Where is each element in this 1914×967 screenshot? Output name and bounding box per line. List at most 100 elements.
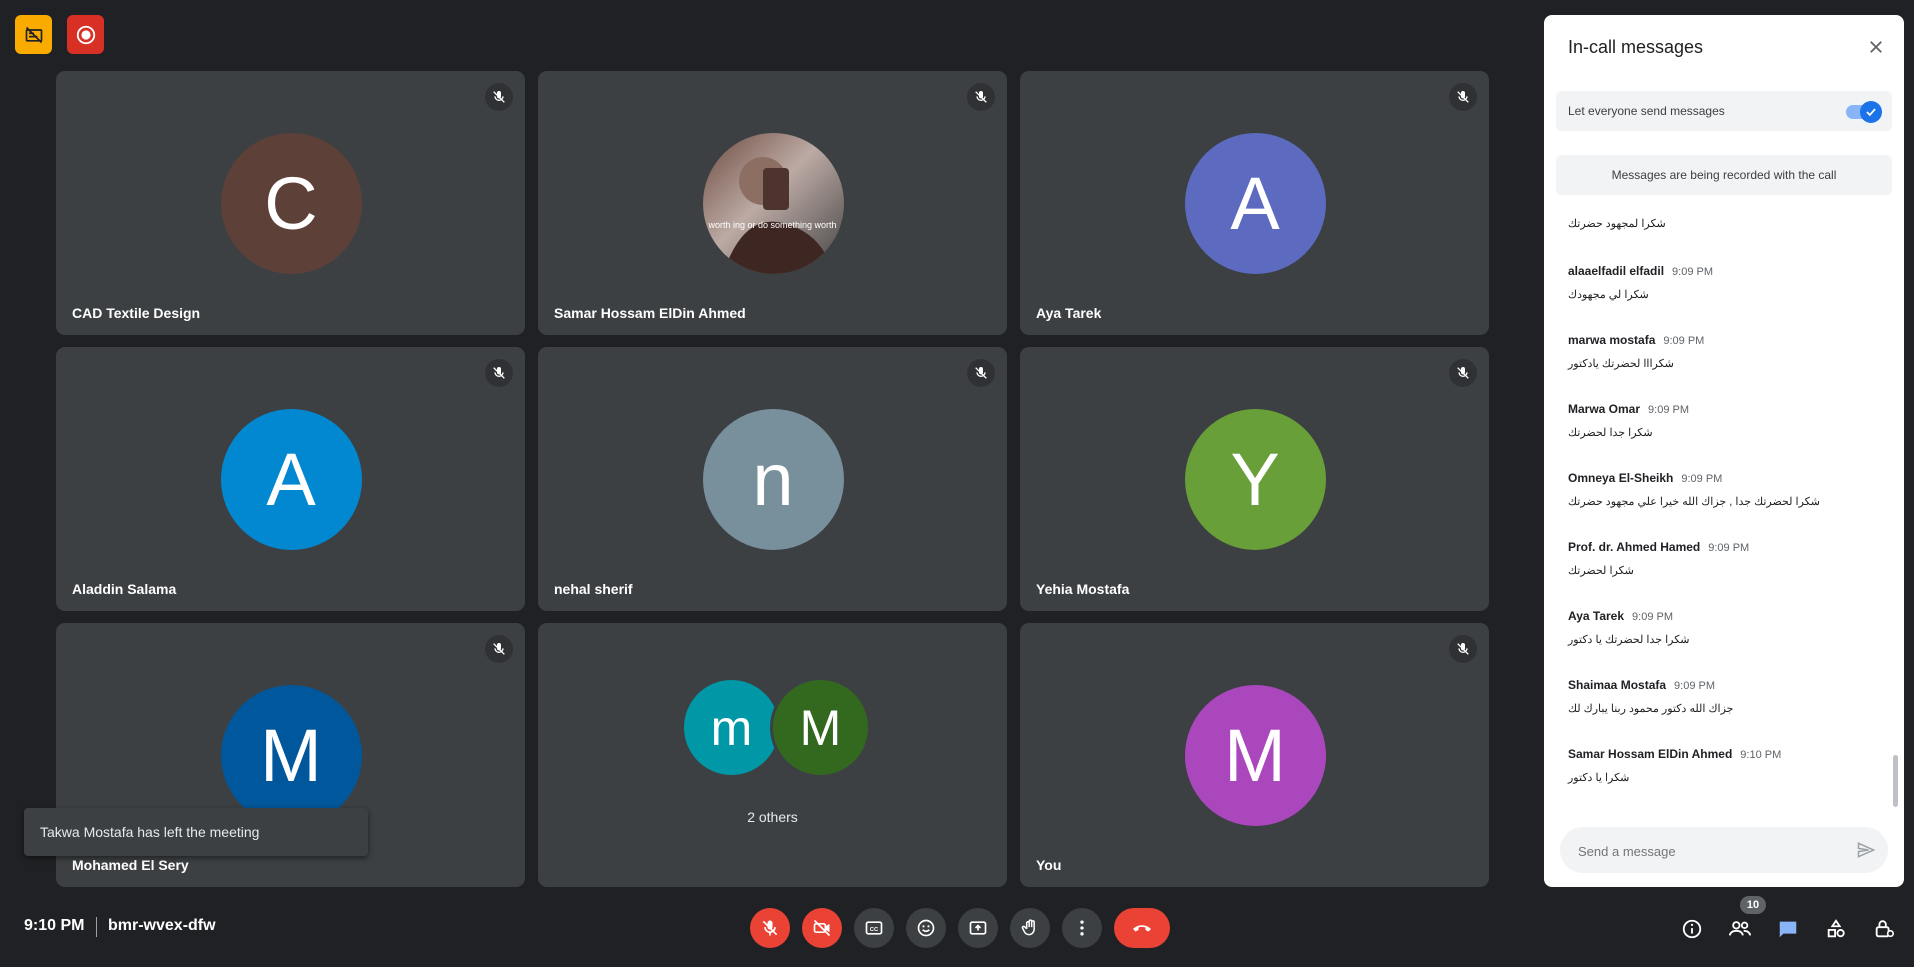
message-sender: Aya Tarek	[1568, 609, 1625, 623]
participant-name: Aladdin Salama	[72, 581, 177, 597]
mic-off-icon	[1449, 83, 1477, 111]
message-time: 9:09 PM	[1708, 542, 1750, 554]
message-input[interactable]	[1576, 827, 1840, 875]
avatar-photo: ther write something worth ing or do som…	[702, 133, 844, 274]
mic-off-icon	[485, 83, 513, 111]
participant-name: Aya Tarek	[1036, 305, 1102, 321]
message-text: شكرا لمجهود حضرتك	[1568, 218, 1666, 230]
list-item: Marwa Omar 9:09 PM شكرا جدا لحضرتك	[1568, 400, 1878, 439]
message-text: شكرا جدا لحضرتك	[1568, 427, 1653, 439]
others-label: 2 others	[747, 809, 798, 825]
mic-off-icon	[485, 359, 513, 387]
reactions-button[interactable]	[906, 908, 946, 948]
list-item: شكرا لمجهود حضرتك	[1568, 211, 1878, 230]
check-icon[interactable]	[1860, 101, 1882, 123]
close-panel-button[interactable]	[1864, 35, 1888, 59]
meeting-details-button[interactable]	[1678, 915, 1706, 943]
more-options-button[interactable]	[1062, 908, 1102, 948]
message-sender: Shaimaa Mostafa	[1568, 678, 1667, 692]
camera-off-icon	[813, 919, 831, 937]
message-time: 9:10 PM	[1740, 749, 1782, 761]
participant-tile[interactable]: C CAD Textile Design	[56, 71, 525, 335]
notification-toast: Takwa Mostafa has left the meeting	[24, 808, 368, 856]
participant-tile[interactable]: A Aya Tarek	[1020, 71, 1489, 335]
hand-icon	[1021, 919, 1035, 936]
avatar: M	[770, 677, 871, 778]
activities-button[interactable]	[1822, 915, 1850, 943]
message-sender: marwa mostafa	[1568, 333, 1656, 347]
meeting-code[interactable]: bmr-wvex-dfw	[108, 917, 216, 935]
mic-toggle-button[interactable]	[750, 908, 790, 948]
avatar: m	[684, 680, 779, 775]
chat-button[interactable]	[1774, 915, 1802, 943]
participant-tile[interactable]: A Aladdin Salama	[56, 347, 525, 611]
lock-person-icon	[1875, 920, 1894, 938]
message-text: شكرا لي مجهودك	[1568, 289, 1649, 301]
camera-toggle-button[interactable]	[802, 908, 842, 948]
chat-panel: In-call messages Let everyone send messa…	[1544, 15, 1904, 887]
send-icon[interactable]	[1856, 840, 1876, 860]
recording-indicator-icon[interactable]	[67, 15, 104, 54]
message-sender: Samar Hossam ElDin Ahmed	[1568, 747, 1733, 761]
message-sender: Marwa Omar	[1568, 402, 1641, 416]
participant-name: You	[1036, 857, 1062, 873]
message-text: شكرا لحضرتك	[1568, 565, 1634, 577]
message-time: 9:09 PM	[1663, 335, 1705, 347]
list-item: Prof. dr. Ahmed Hamed 9:09 PM شكرا لحضرتك	[1568, 538, 1878, 577]
avatar: M	[220, 685, 362, 826]
divider	[96, 917, 97, 937]
allow-messages-row: Let everyone send messages	[1556, 91, 1892, 131]
message-time: 9:09 PM	[1648, 404, 1689, 416]
host-controls-button[interactable]	[1870, 915, 1898, 943]
hang-up-icon	[1133, 925, 1151, 932]
list-item: Shaimaa Mostafa 9:09 PM جزاك الله دكتور م…	[1568, 676, 1878, 715]
participant-name: CAD Textile Design	[72, 305, 201, 321]
participant-tile[interactable]: Y Yehia Mostafa	[1020, 347, 1489, 611]
message-text: جزاك الله دكتور محمود ربنا يبارك لك	[1568, 703, 1734, 715]
list-item: Omneya El-Sheikh 9:09 PM شكرا لحضرتك جدا …	[1568, 469, 1878, 508]
list-item: marwa mostafa 9:09 PM شكرااا لحضرتك يادكت…	[1568, 331, 1878, 370]
close-icon	[1870, 41, 1882, 53]
message-list[interactable]: شكرا لمجهود حضرتك alaaelfadil elfadil 9:0…	[1544, 211, 1904, 823]
meeting-clock: 9:10 PM	[24, 917, 85, 934]
mic-off-icon	[967, 359, 995, 387]
svg-text:CC: CC	[870, 927, 879, 933]
present-screen-icon	[969, 921, 987, 935]
mic-off-icon	[485, 635, 513, 663]
message-time: 9:09 PM	[1632, 611, 1674, 623]
list-item: alaaelfadil elfadil 9:09 PM شكرا لي مجهود…	[1568, 262, 1878, 301]
present-button[interactable]	[958, 908, 998, 948]
message-sender: alaaelfadil elfadil	[1568, 264, 1665, 278]
raise-hand-button[interactable]	[1010, 908, 1050, 948]
people-button[interactable]	[1726, 915, 1754, 943]
others-tile[interactable]: m M 2 others	[538, 623, 1007, 887]
activities-icon	[1827, 919, 1845, 938]
mic-off-icon	[762, 920, 778, 936]
emoji-icon	[917, 919, 935, 937]
participant-tile[interactable]: n nehal sherif	[538, 347, 1007, 611]
participant-tile[interactable]: ther write something worth ing or do som…	[538, 71, 1007, 335]
participant-name: Yehia Mostafa	[1036, 581, 1130, 597]
list-item: Aya Tarek 9:09 PM شكرا جدا لحضرتك يا دكتو…	[1568, 607, 1878, 646]
participant-name: Mohamed El Sery	[72, 857, 189, 873]
participant-name: Samar Hossam ElDin Ahmed	[554, 305, 746, 321]
message-text: شكرا جدا لحضرتك يا دكتور	[1568, 634, 1690, 646]
chat-icon	[1779, 921, 1797, 938]
avatar: A	[220, 409, 362, 550]
message-time: 9:09 PM	[1674, 680, 1716, 692]
captions-button[interactable]: CC	[854, 908, 894, 948]
mic-off-icon	[1449, 635, 1477, 663]
leave-call-button[interactable]	[1114, 908, 1170, 948]
participant-tile-self[interactable]: M You	[1020, 623, 1489, 887]
mic-off-icon	[1449, 359, 1477, 387]
avatar: C	[220, 133, 362, 274]
captions-icon: CC	[865, 921, 883, 935]
photo-overlay-text: ther write something worth ing or do som…	[703, 220, 844, 230]
avatar: Y	[1184, 409, 1326, 550]
scrollbar[interactable]	[1893, 755, 1898, 807]
message-text: شكرااا لحضرتك يادكتور	[1568, 358, 1674, 370]
message-time: 9:09 PM	[1681, 473, 1723, 485]
captions-off-indicator-icon[interactable]	[15, 15, 52, 54]
message-text: شكرا لحضرتك جدا , جزاك الله خيرا علي مجه…	[1568, 496, 1820, 508]
list-item: Samar Hossam ElDin Ahmed 9:10 PM شكرا يا …	[1568, 745, 1878, 784]
